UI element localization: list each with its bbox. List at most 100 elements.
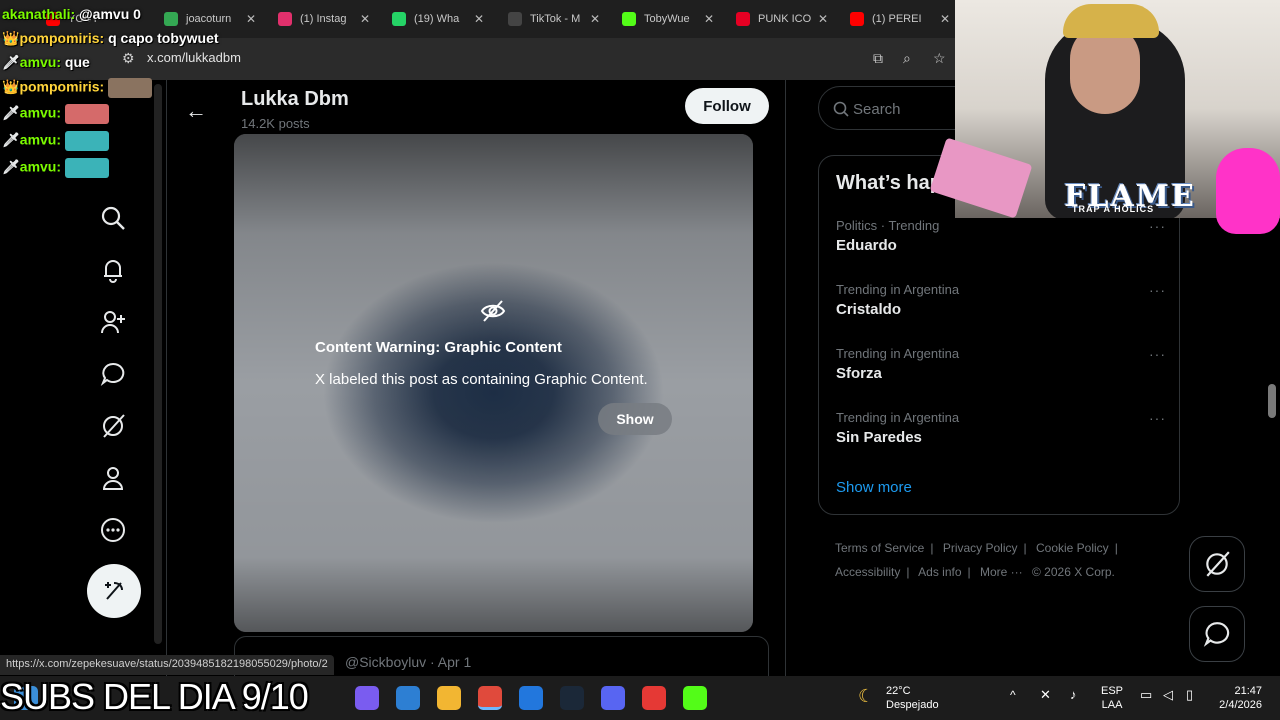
close-icon[interactable]: ✕ — [474, 12, 484, 26]
close-icon[interactable]: ✕ — [590, 12, 600, 26]
trend-context: Trending in Argentina — [836, 346, 960, 361]
link-status-bar: https://x.com/zepekesuave/status/2039485… — [0, 655, 334, 675]
next-post-handle[interactable]: @Sickboyluv · Apr 1 — [345, 654, 471, 670]
back-arrow-icon[interactable]: ← — [185, 98, 207, 124]
cookie-link[interactable]: Cookie Policy — [1036, 541, 1109, 555]
messages-icon[interactable] — [100, 361, 126, 387]
install-icon[interactable]: ⧉ — [873, 50, 883, 67]
chrome-icon[interactable] — [478, 686, 502, 710]
chat-message: 🗡amvu: — [2, 131, 109, 151]
sword-badge-icon: 🗡 — [2, 158, 20, 175]
divider: | — [1114, 541, 1118, 555]
trend-item[interactable]: Politics · Trending Eduardo ··· — [836, 218, 1166, 254]
store-icon[interactable] — [519, 686, 543, 710]
copyright: © 2026 X Corp. — [1032, 565, 1115, 579]
flame-subtitle: TRAP A HOLICS — [1072, 204, 1155, 214]
tiktok-icon — [508, 12, 522, 26]
drive-icon — [164, 12, 178, 26]
kick-icon[interactable] — [683, 686, 707, 710]
right-scrollbar-thumb[interactable] — [1268, 384, 1276, 418]
follow-button[interactable]: Follow — [685, 88, 769, 124]
grok-button[interactable] — [1189, 536, 1245, 592]
browser-tab[interactable]: TobyWue ✕ — [622, 8, 714, 30]
feather-plus-icon — [105, 582, 123, 600]
ads-info-link[interactable]: Ads info — [918, 565, 961, 579]
browser-tab[interactable]: PUNK ICO ✕ — [736, 8, 828, 30]
trend-name: Sin Paredes — [836, 429, 922, 446]
more-options-icon[interactable]: ··· — [1149, 346, 1166, 362]
network-icon[interactable]: ✕ — [1040, 687, 1051, 703]
trend-item[interactable]: Trending in Argentina Sforza ··· — [836, 346, 1166, 382]
chat-message: 🗡amvu: — [2, 104, 109, 124]
chat-message: akanathali: @amvu 0 — [2, 6, 141, 22]
more-link[interactable]: More ··· — [980, 565, 1023, 579]
trend-context: Politics · Trending — [836, 218, 940, 233]
more-options-icon[interactable]: ··· — [1149, 410, 1166, 426]
more-options-icon[interactable]: ··· — [1149, 282, 1166, 298]
discord-icon[interactable] — [601, 686, 625, 710]
divider: | — [967, 565, 971, 579]
notifications-bell-icon[interactable] — [100, 257, 126, 283]
profile-icon[interactable] — [100, 465, 126, 491]
display-icon[interactable]: ▭ — [1140, 687, 1152, 703]
close-icon[interactable]: ✕ — [246, 12, 256, 26]
browser-tab[interactable]: TikTok - M ✕ — [508, 8, 600, 30]
sword-badge-icon: 🗡 — [2, 131, 20, 148]
sword-badge-icon: 🗡 — [2, 54, 20, 70]
steam-icon[interactable] — [560, 686, 584, 710]
messages-button[interactable] — [1189, 606, 1245, 662]
emote-image — [64, 104, 109, 124]
grok-icon[interactable] — [100, 413, 126, 439]
youtube-icon — [850, 12, 864, 26]
weather-widget[interactable]: 22°C Despejado — [886, 684, 939, 712]
more-options-icon[interactable]: ··· — [1149, 218, 1166, 234]
accessibility-link[interactable]: Accessibility — [835, 565, 900, 579]
terms-link[interactable]: Terms of Service — [835, 541, 924, 555]
close-icon[interactable]: ✕ — [360, 12, 370, 26]
chat-message: 👑pompomiris: q capo tobywuet — [2, 30, 219, 46]
app-icon[interactable] — [642, 686, 666, 710]
left-scrollbar[interactable] — [154, 84, 162, 644]
sensitive-media[interactable]: Content Warning: Graphic Content X label… — [234, 134, 753, 632]
trend-item[interactable]: Trending in Argentina Sin Paredes ··· — [836, 410, 1166, 446]
show-media-button[interactable]: Show — [598, 403, 672, 435]
compose-post-button[interactable] — [87, 564, 141, 618]
clock[interactable]: 21:47 2/4/2026 — [1214, 684, 1262, 712]
subs-overlay-text: SUBS DEL DIA 9/10 — [0, 676, 309, 717]
browser-tab[interactable]: (1) PEREI ✕ — [850, 8, 950, 30]
browser-tab[interactable]: (19) Wha ✕ — [392, 8, 484, 30]
battery-icon[interactable]: ▯ — [1186, 687, 1193, 703]
search-placeholder: Search — [853, 101, 901, 118]
pinterest-icon — [736, 12, 750, 26]
trend-item[interactable]: Trending in Argentina Cristaldo ··· — [836, 282, 1166, 318]
chat-bubble-icon — [1203, 622, 1230, 647]
browser-tab[interactable]: (1) Instag ✕ — [278, 8, 370, 30]
url-field[interactable]: x.com/lukkadbm — [147, 50, 241, 65]
close-icon[interactable]: ✕ — [818, 12, 828, 26]
chat-message: 🗡amvu: que — [2, 54, 90, 70]
zoom-icon[interactable]: ⌕ — [903, 50, 911, 67]
language-indicator[interactable]: ESP LAA — [1101, 684, 1123, 712]
chevron-up-icon[interactable]: ^ — [1010, 688, 1016, 702]
volume-icon[interactable]: ◁ — [1163, 687, 1173, 703]
buddha-sticker — [1216, 148, 1280, 234]
divider: | — [930, 541, 934, 555]
site-settings-icon[interactable]: ⚙ — [122, 50, 135, 67]
browser-tab[interactable]: joacoturn ✕ — [164, 8, 256, 30]
close-icon[interactable]: ✕ — [940, 12, 950, 26]
folder-icon[interactable] — [437, 686, 461, 710]
close-icon[interactable]: ✕ — [704, 12, 714, 26]
more-circle-icon[interactable] — [100, 517, 126, 543]
show-more-link[interactable]: Show more — [836, 479, 912, 496]
microphone-icon[interactable]: ♪ — [1070, 687, 1077, 702]
follow-user-icon[interactable] — [100, 309, 126, 335]
crown-icon: 👑 — [2, 78, 20, 95]
privacy-link[interactable]: Privacy Policy — [943, 541, 1018, 555]
trends-title: What’s hap — [836, 172, 942, 194]
search-input[interactable]: Search — [818, 86, 978, 130]
explore-search-icon[interactable] — [100, 205, 126, 231]
bookmark-star-icon[interactable]: ☆ — [933, 50, 946, 67]
emote-image — [64, 158, 109, 178]
mail-icon[interactable] — [396, 686, 420, 710]
copilot-icon[interactable] — [355, 686, 379, 710]
